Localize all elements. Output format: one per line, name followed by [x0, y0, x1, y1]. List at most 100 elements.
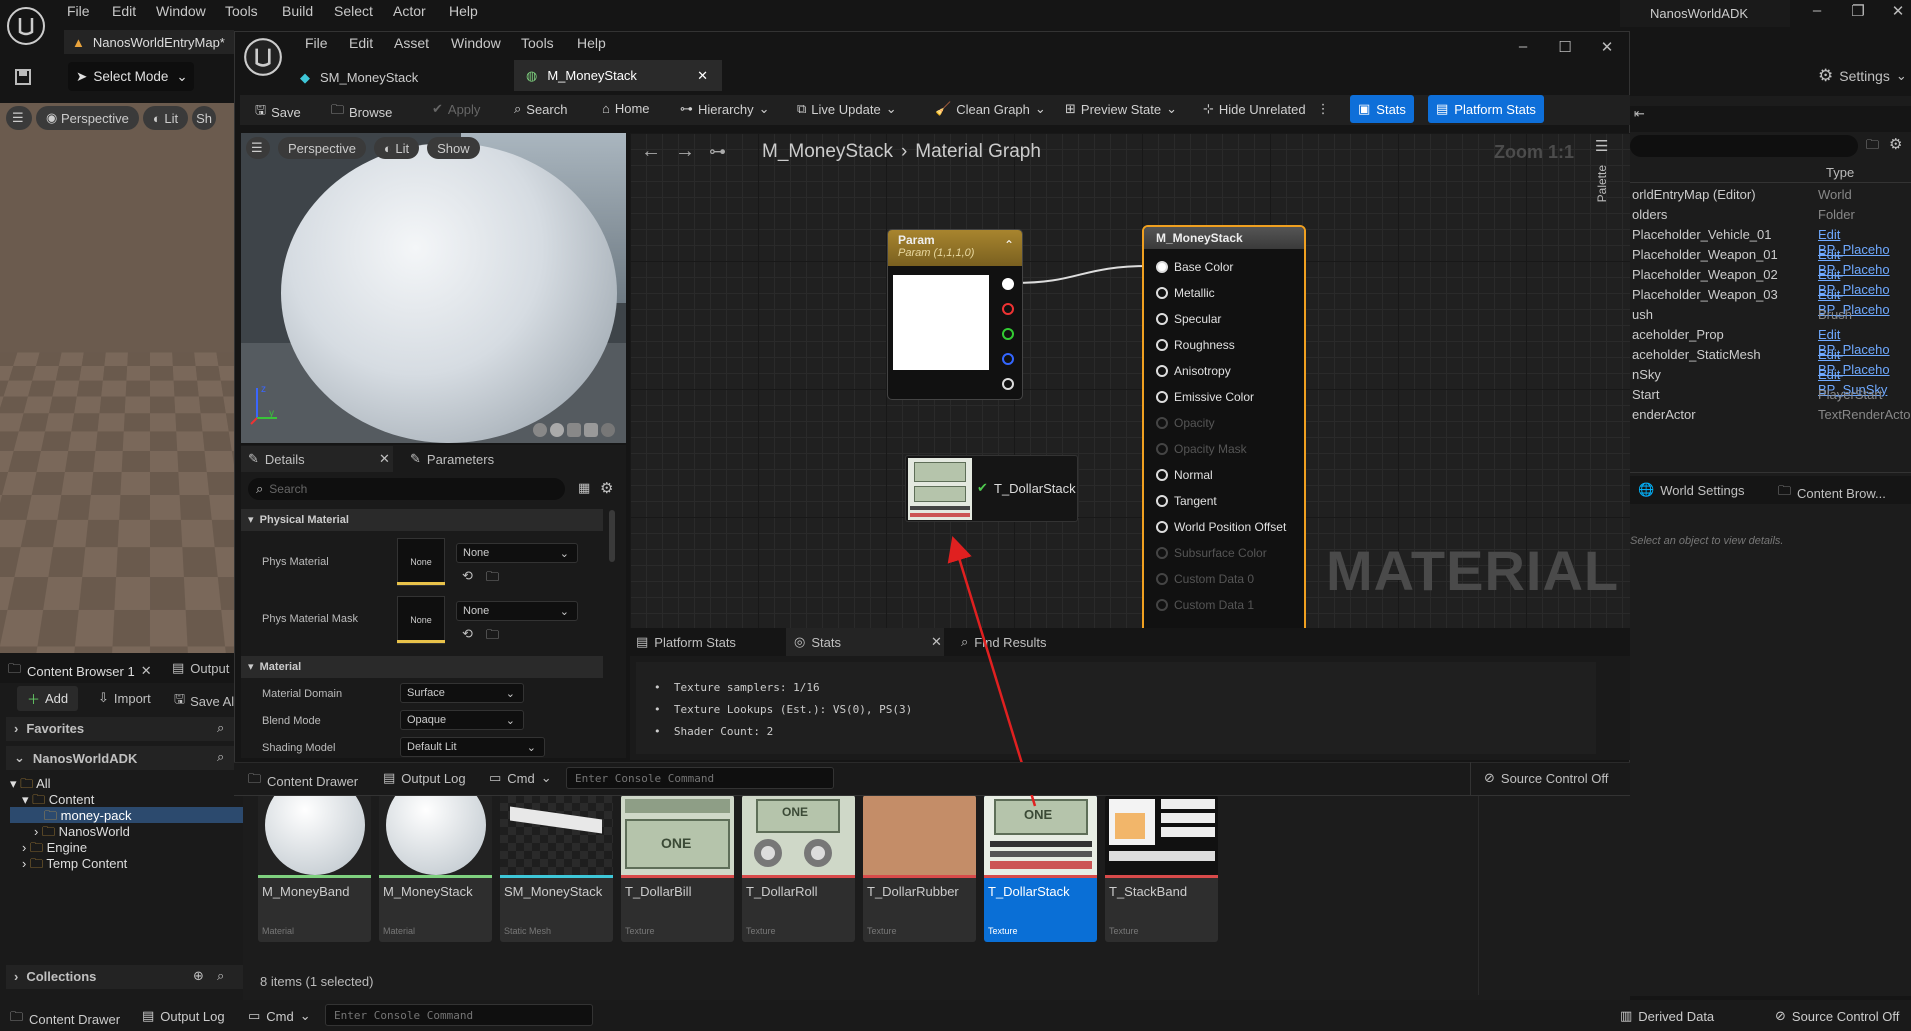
output-pin-r[interactable] [1002, 303, 1014, 315]
mat-source-control-button[interactable]: ⊘ Source Control Off [1484, 770, 1608, 786]
outliner-row[interactable]: Placeholder_Vehicle_01 Edit BP_Placeho [1632, 227, 1911, 257]
use-selected-icon[interactable]: ⟲ [462, 626, 473, 642]
minimize-icon[interactable]: – [1797, 2, 1837, 24]
settings-button[interactable]: ⚙ Settings ⌄ [1818, 66, 1907, 86]
use-selected-icon[interactable]: ⟲ [462, 568, 473, 584]
close-icon[interactable]: ✕ [141, 663, 152, 679]
tab-m-moneystack[interactable]: ◍ M_MoneyStack ✕ [514, 60, 722, 91]
asset-tile[interactable]: M_MoneyStack Material [379, 795, 492, 942]
close-icon[interactable]: ✕ [931, 634, 942, 650]
details-scrollbar[interactable] [609, 510, 615, 562]
add-folder-icon[interactable]: 🗀 [1866, 136, 1879, 158]
mat-cmd-dropdown[interactable]: ▭ Cmd ⌄ [489, 770, 552, 786]
pin-specular[interactable]: Specular [1156, 309, 1221, 329]
param-node[interactable]: Param Param (1,1,1,0) ⌃ [887, 229, 1023, 400]
outliner-row[interactable]: Start PlayerStart [1632, 387, 1911, 407]
mat-close-icon[interactable]: ✕ [1587, 38, 1627, 60]
outliner-row[interactable]: orldEntryMap (Editor) World [1632, 187, 1911, 207]
plane-preview-icon[interactable] [567, 423, 581, 437]
platform-stats-button[interactable]: ▤ Platform Stats [1428, 95, 1544, 123]
forward-arrow-icon[interactable]: → [675, 140, 695, 163]
menu-tools[interactable]: Tools [225, 3, 258, 19]
menu-help[interactable]: Help [449, 3, 478, 19]
live-update-dropdown[interactable]: ⧉ Live Update ⌄ [797, 101, 897, 117]
search-icon[interactable]: ⌕ [217, 968, 224, 984]
menu-actor[interactable]: Actor [393, 3, 426, 19]
stats-tab[interactable]: ◎ Stats ✕ [794, 634, 942, 650]
asset-tile[interactable]: ONE T_DollarRoll Texture [742, 795, 855, 942]
material-graph-canvas[interactable]: MATERIAL Zoom 1:1 [630, 133, 1630, 628]
menu-select[interactable]: Select [334, 3, 373, 19]
back-arrow-icon[interactable]: ← [641, 140, 661, 163]
pin-roughness[interactable]: Roughness [1156, 335, 1235, 355]
outliner-row[interactable]: ush Brush [1632, 307, 1911, 327]
output-pin-b[interactable] [1002, 353, 1014, 365]
breadcrumb-root[interactable]: M_MoneyStack [762, 141, 893, 163]
outliner-row[interactable]: nSky Edit BP_SunSky [1632, 367, 1911, 397]
output-tab[interactable]: ▤ Output [172, 660, 229, 676]
outliner-row[interactable]: enderActor TextRenderActor [1632, 407, 1911, 427]
preview-show-button[interactable]: Show [427, 137, 480, 159]
more-options-icon[interactable]: ⋮ [1317, 101, 1330, 117]
outliner-settings-icon[interactable]: ⚙ [1889, 135, 1902, 153]
outliner-row[interactable]: aceholder_StaticMesh Edit BP_Placeho [1632, 347, 1911, 377]
mat-content-drawer-button[interactable]: 🗀 Content Drawer [248, 770, 358, 792]
outliner-row[interactable]: Placeholder_Weapon_03 Edit BP_Placeho [1632, 287, 1911, 317]
pin-normal[interactable]: Normal [1156, 465, 1213, 485]
browse-button[interactable]: 🗀 Browse [331, 101, 392, 123]
menu-file[interactable]: File [67, 3, 90, 19]
level-viewport[interactable] [0, 103, 237, 653]
content-drawer-button[interactable]: 🗀 Content Drawer [10, 1008, 120, 1030]
output-pin-g[interactable] [1002, 328, 1014, 340]
pin-opacity[interactable]: Opacity [1156, 413, 1215, 433]
home-button[interactable]: ⌂ Home [602, 101, 650, 116]
output-log-button[interactable]: ▤ Output Log [142, 1008, 225, 1024]
preview-state-dropdown[interactable]: ⊞ Preview State ⌄ [1065, 101, 1177, 117]
cube-preview-icon[interactable] [584, 423, 598, 437]
hierarchy-dropdown[interactable]: ⊶ Hierarchy ⌄ [680, 101, 770, 117]
asset-tile[interactable]: ONE T_DollarBill Texture [621, 795, 734, 942]
tab-sm-moneystack[interactable]: ◆ SM_MoneyStack [300, 62, 510, 92]
phys-material-mask-thumbnail[interactable]: None [397, 596, 445, 644]
stats-button[interactable]: ▣ Stats [1350, 95, 1414, 123]
custom-mesh-preview-icon[interactable] [601, 423, 615, 437]
collections-section[interactable]: › Collections [14, 969, 96, 984]
details-settings-icon[interactable]: ⚙ [600, 479, 613, 497]
pin-opacity-mask[interactable]: Opacity Mask [1156, 439, 1247, 459]
pin-world-position-offset[interactable]: World Position Offset [1156, 517, 1286, 537]
mat-console-input[interactable] [566, 767, 834, 789]
hide-unrelated-button[interactable]: ⊹ Hide Unrelated ⋮ [1203, 101, 1330, 117]
close-icon[interactable]: ✕ [697, 68, 708, 84]
level-tab[interactable]: ▲ NanosWorldEntryMap* [64, 30, 234, 54]
mat-menu-file[interactable]: File [305, 35, 328, 51]
unreal-logo-icon[interactable] [6, 6, 46, 46]
add-button[interactable]: ＋ Add [17, 686, 79, 711]
material-section[interactable]: ▾ Material [248, 660, 301, 673]
pin-custom-data-1[interactable]: Custom Data 1 [1156, 595, 1254, 615]
find-results-tab[interactable]: ⌕ Find Results [961, 634, 1047, 650]
search-icon[interactable]: ⌕ [217, 720, 224, 736]
select-mode-dropdown[interactable]: ➤ Select Mode ⌄ [68, 62, 194, 91]
menu-edit[interactable]: Edit [112, 3, 136, 19]
platform-stats-tab[interactable]: ▤ Platform Stats [636, 634, 736, 650]
sphere-preview-icon[interactable] [550, 423, 564, 437]
outliner-row[interactable]: Placeholder_Weapon_02 Edit BP_Placeho [1632, 267, 1911, 297]
physical-material-section[interactable]: ▾ Physical Material [248, 513, 349, 526]
mat-menu-help[interactable]: Help [577, 35, 606, 51]
phys-material-thumbnail[interactable]: None [397, 538, 445, 586]
outliner-search-input[interactable] [1630, 135, 1858, 157]
save-button[interactable]: 🖫 Save [255, 101, 301, 123]
pin-emissive-color[interactable]: Emissive Color [1156, 387, 1254, 407]
favorites-section[interactable]: › Favorites [14, 721, 84, 736]
pin-metallic[interactable]: Metallic [1156, 283, 1215, 303]
import-button[interactable]: ⇩ Import [98, 690, 151, 706]
pin-anisotropy[interactable]: Anisotropy [1156, 361, 1231, 381]
details-tab[interactable]: ✎ Details ✕ [248, 451, 390, 467]
console-input[interactable] [325, 1004, 593, 1026]
table-view-icon[interactable]: ▦ [578, 480, 590, 496]
content-browser-tab-right[interactable]: 🗀 Content Brow... [1778, 482, 1886, 504]
mat-menu-window[interactable]: Window [451, 35, 501, 51]
apply-button[interactable]: ✔ Apply [432, 101, 480, 117]
pin-base-color[interactable]: Base Color [1156, 257, 1233, 277]
pin-tangent[interactable]: Tangent [1156, 491, 1217, 511]
